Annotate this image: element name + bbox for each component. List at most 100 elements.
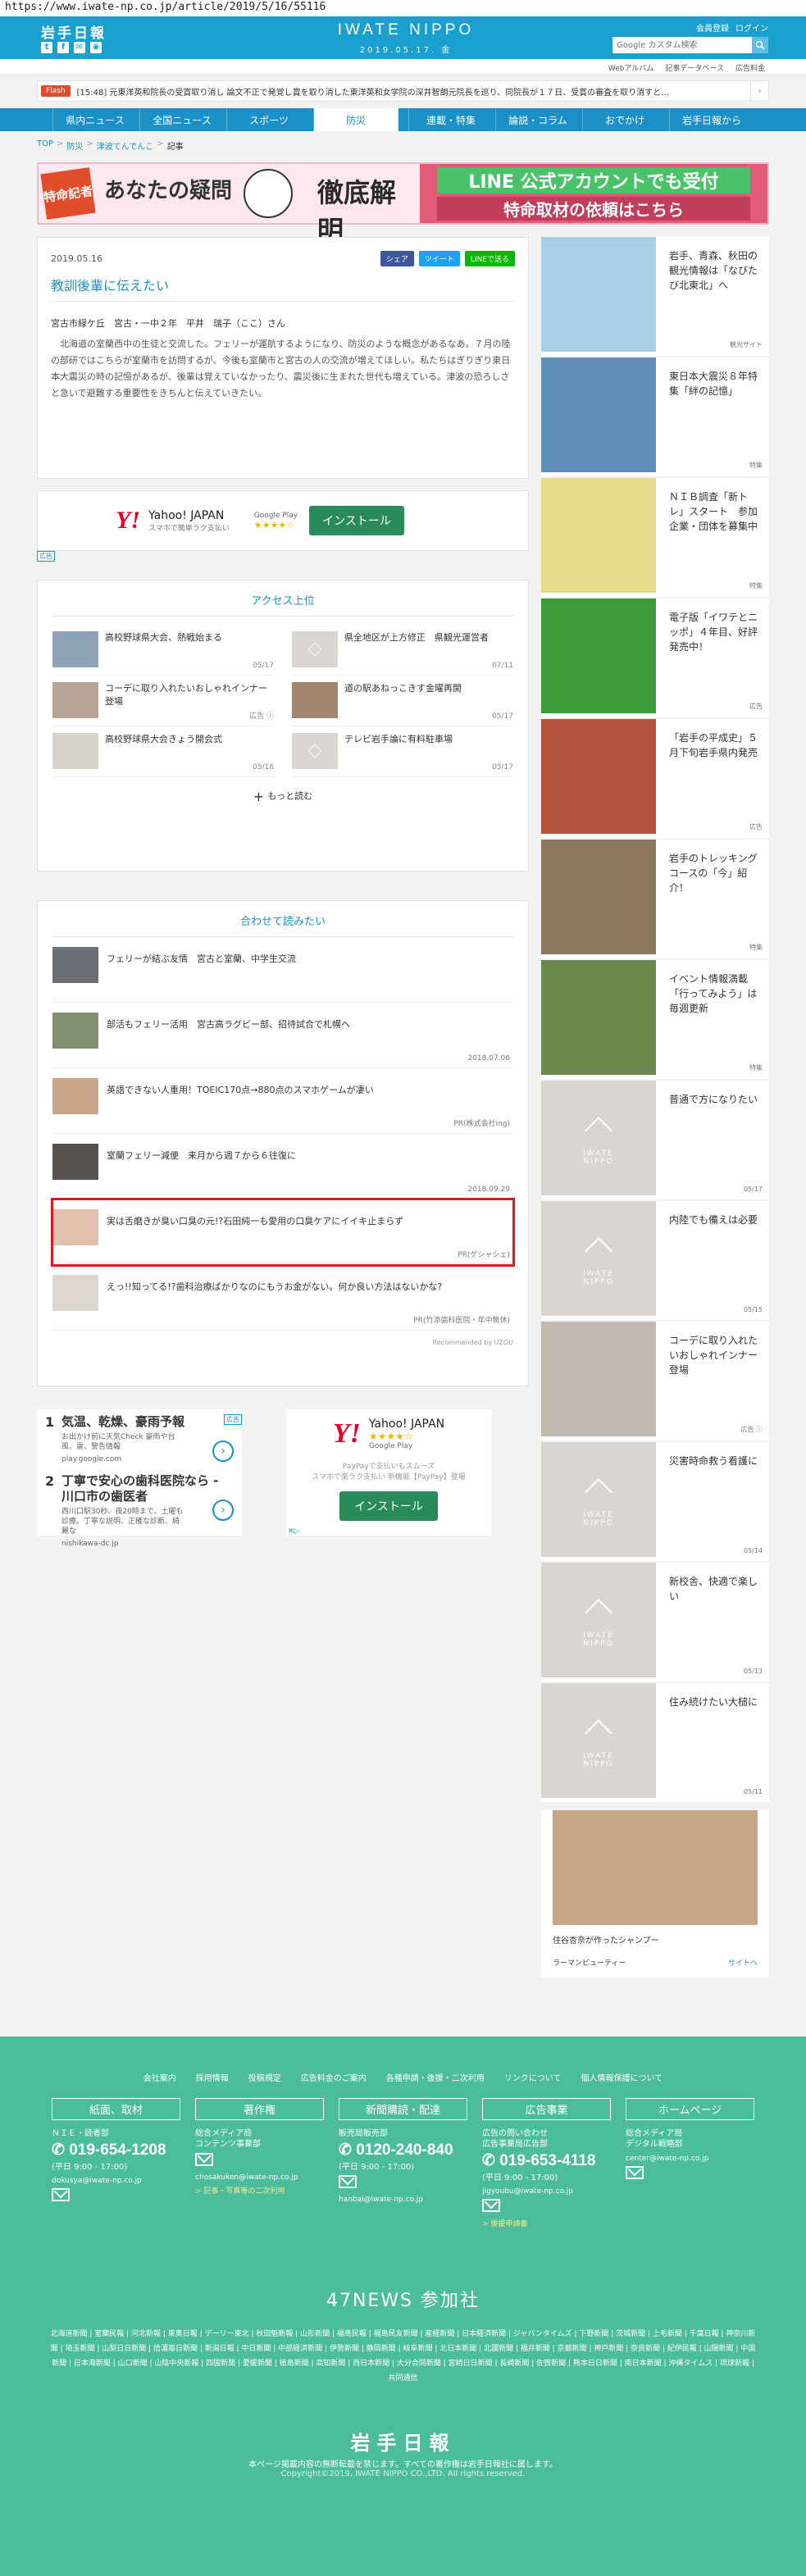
yahoo-app-ad[interactable]: Y! Yahoo! JAPAN ★★★★☆ Google Play PayPay… xyxy=(286,1409,491,1536)
phone-number[interactable]: ✆ 0120-240-840 xyxy=(339,2141,467,2160)
footer-link-adrates[interactable]: 広告料金のご案内 xyxy=(301,2071,367,2083)
address-bar[interactable]: https://www.iwate-np.co.jp/article/2019/… xyxy=(0,0,806,16)
sublink-database[interactable]: 記事データベース xyxy=(665,62,724,74)
text-ad-item[interactable]: 1 気温、乾燥、豪雨予報 お出かけ前に天気Check 豪雨や台風、雷、警告情報 … xyxy=(45,1414,234,1473)
ranking-item[interactable]: コーデに取り入れたいおしゃれインナー登場 広告 ⓘ xyxy=(52,676,274,726)
footer-link-applications[interactable]: 各種申請・後援・二次利用 xyxy=(386,2071,485,2083)
member-papers[interactable]: 北海道新聞 | 室蘭民報 | 河北新報 | 東奥日報 | デーリー東北 | 秋田… xyxy=(51,2327,756,2386)
sublink-album[interactable]: Webアルバム xyxy=(608,62,654,74)
ranking-item[interactable]: 道の駅あねっこきす金曜再開 05/17 xyxy=(292,676,513,726)
recommend-item[interactable]: 英語できない人重用！TOEIC170点→880点のスマホゲームが凄い PR(株式会… xyxy=(52,1068,513,1134)
mail-icon[interactable]: ✉ xyxy=(74,42,85,53)
footer-link-company[interactable]: 会社案内 xyxy=(143,2071,176,2083)
recommended-by[interactable]: Recommended by UZOU xyxy=(52,1339,513,1346)
breadcrumb-top[interactable]: TOP xyxy=(37,139,53,152)
flash-tag: Flash xyxy=(41,85,71,97)
nav-column[interactable]: 論説・コラム xyxy=(494,108,581,131)
facebook-share-button[interactable]: シェア xyxy=(380,251,414,266)
chevron-right-icon[interactable]: › xyxy=(750,81,768,101)
line-share-button[interactable]: LINEで送る xyxy=(464,251,515,266)
flash-news[interactable]: Flash [15:48] 元東洋英和院長の受賞取り消し 論文不正で発覚し賞を取… xyxy=(37,80,769,102)
footer-logo[interactable]: 岩手日報 xyxy=(0,2427,806,2455)
sponsorship-link[interactable]: > 後援申請書 xyxy=(482,2218,611,2228)
install-button[interactable]: インストール xyxy=(339,1491,438,1521)
footer-link-linking[interactable]: リンクについて xyxy=(504,2071,562,2083)
twitter-icon[interactable]: t xyxy=(41,42,52,53)
contact-col-editorial: 紙面、取材 ＮＩＥ・読者部 ✆ 019-654-1208 (平日 9:00 - … xyxy=(52,2098,180,2228)
ranking-item[interactable]: テレビ岩手論に有料駐車場 05/17 xyxy=(292,726,513,777)
nav-sports[interactable]: スポーツ xyxy=(225,108,312,131)
ranking-title: アクセス上位 xyxy=(52,592,513,617)
ranking-item[interactable]: 高校野球県大会、熱戦始まる 05/17 xyxy=(52,625,274,676)
breadcrumb-disaster[interactable]: 防災 xyxy=(66,139,83,152)
recommend-item-highlighted[interactable]: 実は舌磨きが臭い口臭の元!?石田純一も愛用の口臭ケアにイイキ止まらず PR(ゲシャ… xyxy=(51,1198,515,1267)
sidebar-item[interactable]: ＮＩＢ調査「新トレ」スタート 参加企業・団体を募集中 特集 xyxy=(541,478,769,598)
chevron-right-icon[interactable]: › xyxy=(212,1500,234,1521)
sidebar-item[interactable]: コーデに取り入れたいおしゃれインナー登場 広告 ⓘ xyxy=(541,1322,769,1442)
nav-disaster[interactable]: 防災 xyxy=(312,108,398,131)
sidebar-item[interactable]: 普通で方になりたい05/17 xyxy=(541,1081,769,1201)
login-link[interactable]: ログイン xyxy=(735,21,768,34)
ad-site-link[interactable]: サイトへ xyxy=(728,1957,758,1968)
nav-from-nippo[interactable]: 岩手日報から xyxy=(668,108,754,131)
search-input[interactable] xyxy=(612,37,752,53)
tokumei-banner[interactable]: 特命記者 あなたの疑問 徹底解明 LINE 公式アカウントでも受付 特命取材の依… xyxy=(37,162,769,246)
install-button[interactable]: インストール xyxy=(309,506,404,535)
sidebar-image xyxy=(541,478,656,593)
footer-link-submission[interactable]: 投稿規定 xyxy=(248,2071,281,2083)
footer-link-recruit[interactable]: 採用情報 xyxy=(196,2071,229,2083)
recommend-thumb xyxy=(52,1209,98,1245)
sidebar-item[interactable]: 岩手のトレッキングコースの「今」紹介！ 特集 xyxy=(541,840,769,960)
sidebar-item[interactable]: 住み続けたい大槌に05/11 xyxy=(541,1683,769,1804)
ad-label[interactable]: 広告 xyxy=(37,551,55,562)
article-body: 北海道の室蘭西中の生徒と交流した。フェリーが運航するようになり、防災のような概念… xyxy=(51,339,511,398)
phone-number[interactable]: ✆ 019-654-1208 xyxy=(52,2141,180,2160)
mail-icon[interactable] xyxy=(52,2188,70,2201)
sidebar-ad[interactable]: 住谷杏奈が作ったシャンプー ラーマンビューティー サイトへ xyxy=(541,1810,769,1978)
site-logo[interactable]: 岩手日報 xyxy=(41,21,107,42)
mail-icon[interactable] xyxy=(482,2199,500,2212)
sidebar-item[interactable]: 内陸でも備えは必要05/15 xyxy=(541,1201,769,1322)
ad-title: 住谷杏奈が作ったシャンプー xyxy=(553,1937,659,1946)
sidebar-item[interactable]: イベント情報満載「行ってみよう」は毎週更新 特集 xyxy=(541,960,769,1081)
text-ad-item[interactable]: 2 丁寧で安心の歯科医院なら - 川口市の歯医者 西川口駅30秒、夜20時まで。… xyxy=(45,1473,234,1548)
ranking-item[interactable]: 高校野球県大会きょう開会式 05/16 xyxy=(52,726,274,777)
footer-link-privacy[interactable]: 個人情報保護について xyxy=(581,2071,663,2083)
nav-series[interactable]: 連載・特集 xyxy=(408,108,494,131)
nav-outing[interactable]: おでかけ xyxy=(581,108,667,131)
adchoices-icon[interactable]: ✕▷ xyxy=(288,1527,299,1536)
phone-number[interactable]: ✆ 019-653-4118 xyxy=(482,2151,611,2170)
secondary-use-link[interactable]: > 記事・写真等の二次利用 xyxy=(195,2185,324,2196)
chevron-right-icon[interactable]: › xyxy=(212,1440,234,1462)
sidebar-item[interactable]: 東日本大震災８年特集「絆の記憶」 特集 xyxy=(541,357,769,478)
nav-national[interactable]: 全国ニュース xyxy=(139,108,225,131)
read-more-button[interactable]: + もっと読む xyxy=(52,789,513,804)
recommend-item[interactable]: 部活もフェリー活用 宮古高ラグビー部、招待試合で札幌へ 2018.07.06 xyxy=(52,1003,513,1068)
sidebar-item[interactable]: 電子版「イワテとニッポ」４年目、好評発売中！ 広告 xyxy=(541,598,769,719)
facebook-icon[interactable]: f xyxy=(57,42,69,53)
sidebar-image xyxy=(541,960,656,1075)
recommend-item[interactable]: えっ!!知ってる!?歯科治療ばかりなのにもうお金がない。何か良い方法はないかな?… xyxy=(52,1265,513,1331)
rss-icon[interactable]: ◉ xyxy=(90,42,102,53)
recommend-item[interactable]: 室蘭フェリー減便 来月から週７から６往復に 2018.09.29 xyxy=(52,1134,513,1199)
sublink-adrates[interactable]: 広告料金 xyxy=(735,62,765,74)
yahoo-ad-banner[interactable]: Y! Yahoo! JAPAN スマホで簡単ラク支払い Google Play … xyxy=(37,490,529,562)
ranking-thumb xyxy=(52,631,98,667)
ranking-item[interactable]: 県全地区が上方修正 県観光運営者 07/11 xyxy=(292,625,513,676)
breadcrumb-tendenko[interactable]: 津波てんでんこ xyxy=(97,139,154,152)
sidebar-item[interactable]: 「岩手の平成史」５月下旬岩手県内発売 広告 xyxy=(541,719,769,840)
sidebar-item[interactable]: 災害時命救う看護に05/14 xyxy=(541,1442,769,1563)
mail-icon[interactable] xyxy=(195,2153,213,2166)
sidebar-item[interactable]: 新校舎、快適で楽しい05/13 xyxy=(541,1563,769,1683)
sidebar-item[interactable]: 岩手、青森、秋田の観光情報は「なびたび北東北」へ 観光サイト xyxy=(541,237,769,357)
article-title: 教訓後輩に伝えたい xyxy=(51,275,515,302)
banner-badge: 特命記者 xyxy=(40,167,96,220)
recommend-item[interactable]: フェリーが結ぶ友情 宮古と室蘭、中学生交流 xyxy=(52,937,513,1003)
flash-text[interactable]: [15:48] 元東洋英和院長の受賞取り消し 論文不正で発覚し賞を取り消した東洋… xyxy=(77,85,670,98)
mail-icon[interactable] xyxy=(626,2166,644,2179)
tweet-button[interactable]: ツイート xyxy=(418,251,460,266)
search-icon[interactable] xyxy=(752,37,768,53)
nav-prefecture[interactable]: 県内ニュース xyxy=(52,108,138,131)
register-link[interactable]: 会員登録 xyxy=(696,21,729,34)
mail-icon[interactable] xyxy=(339,2175,357,2188)
